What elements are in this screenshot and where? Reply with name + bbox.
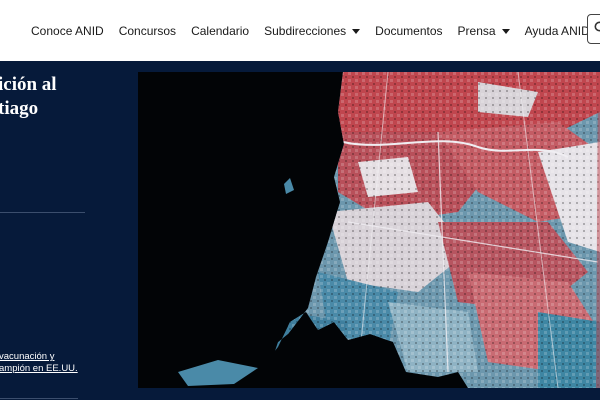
nav-documentos-label: Documentos (375, 23, 443, 38)
nav-subdirecciones[interactable]: Subdirecciones (264, 23, 361, 38)
nav-concursos-label: Concursos (118, 23, 177, 38)
search-button[interactable] (587, 14, 600, 44)
hero-section: ición al tiago vacunación y ampión en EE… (0, 61, 600, 400)
divider (0, 398, 78, 399)
nav-calendario[interactable]: Calendario (191, 24, 249, 38)
search-icon (594, 21, 600, 32)
related-link-line-1: vacunación y (0, 351, 55, 362)
chevron-down-icon (352, 28, 361, 34)
nav-subdirecciones-label: Subdirecciones (264, 23, 347, 38)
nav-concursos[interactable]: Concursos (119, 24, 176, 38)
nav-prensa[interactable]: Prensa (458, 24, 510, 38)
article-title-line-2: tiago (0, 98, 39, 119)
related-link-line-2: ampión en EE.UU. (0, 363, 78, 374)
santiago-density-map (138, 72, 600, 388)
nav-conoce-anid-label: Conoce ANID (31, 23, 104, 38)
nav-documentos[interactable]: Documentos (375, 24, 442, 38)
nav-ayuda-anid-label: Ayuda ANID (524, 23, 590, 38)
divider (0, 212, 85, 213)
map-image (138, 72, 600, 388)
nav-prensa-label: Prensa (457, 23, 496, 38)
main-menu: Conoce ANID Concursos Calendario Subdire… (31, 0, 600, 61)
chevron-down-icon (501, 28, 510, 34)
article-title: ición al tiago (0, 73, 133, 121)
nav-ayuda-anid[interactable]: Ayuda ANID (525, 24, 590, 38)
article-title-line-1: ición al (0, 74, 57, 95)
related-article-link[interactable]: vacunación y ampión en EE.UU. (0, 351, 78, 375)
nav-conoce-anid[interactable]: Conoce ANID (31, 24, 104, 38)
top-navbar: Conoce ANID Concursos Calendario Subdire… (0, 0, 600, 61)
nav-calendario-label: Calendario (191, 23, 250, 38)
